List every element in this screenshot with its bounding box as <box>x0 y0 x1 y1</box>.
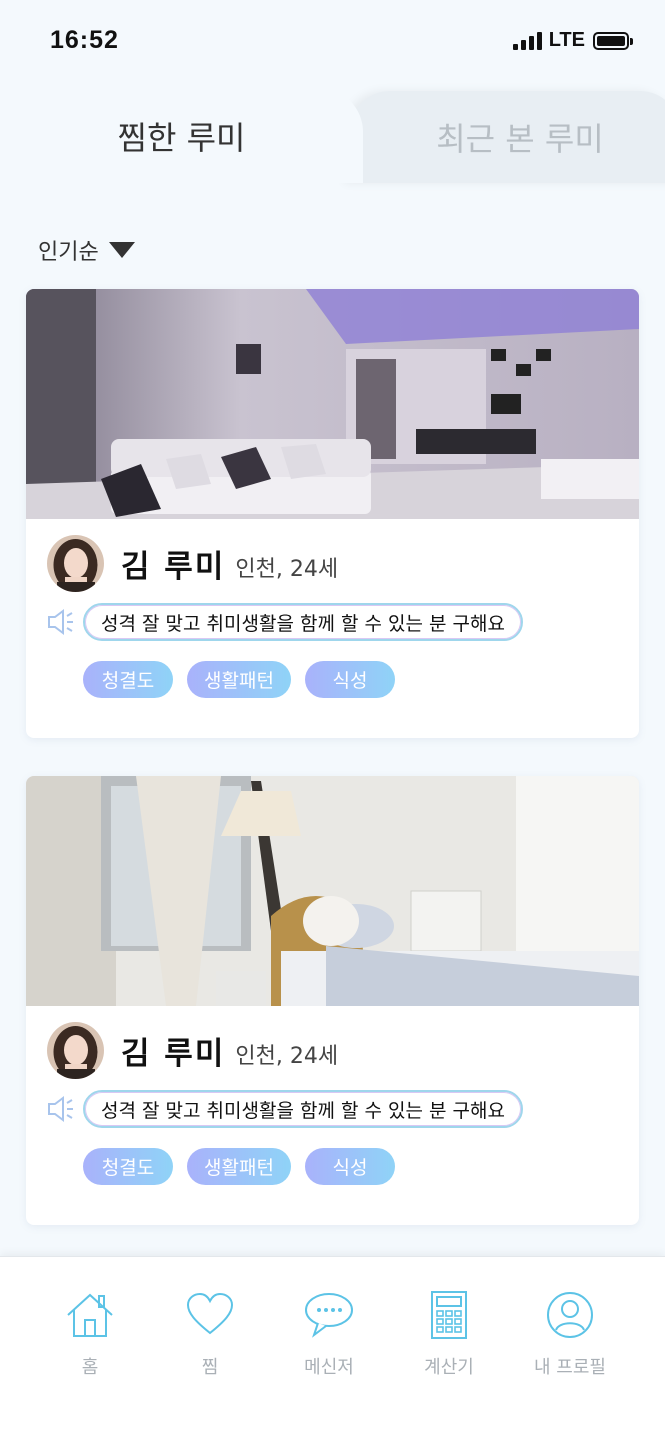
network-label: LTE <box>548 29 585 51</box>
intro-message: 성격 잘 맞고 취미생활을 함께 할 수 있는 분 구해요 <box>83 1090 523 1128</box>
message-row: 성격 잘 맞고 취미생활을 함께 할 수 있는 분 구해요 <box>45 1090 523 1128</box>
nav-label: 홈 <box>81 1357 99 1378</box>
nav-label: 내 프로필 <box>534 1357 606 1378</box>
nav-home[interactable]: 홈 <box>35 1291 145 1379</box>
tag-cleanliness[interactable]: 청결도 <box>83 1148 173 1185</box>
nav-calculator[interactable]: 계산기 <box>394 1291 504 1379</box>
nav-likes[interactable]: 찜 <box>155 1291 265 1379</box>
tab-bar: 최근 본 루미 찜한 루미 <box>0 88 665 183</box>
profile-row: 김 루미 인천, 24세 <box>47 535 338 592</box>
chat-icon <box>305 1293 353 1338</box>
tag-cleanliness[interactable]: 청결도 <box>83 661 173 698</box>
living-room-photo <box>26 289 639 519</box>
roommate-card[interactable]: 김 루미 인천, 24세 성격 잘 맞고 취미생활을 함께 할 수 있는 분 구… <box>26 776 639 1225</box>
avatar <box>47 535 104 592</box>
nav-label: 메신저 <box>304 1357 354 1378</box>
tag-list: 청결도 생활패턴 식성 <box>83 661 395 698</box>
message-row: 성격 잘 맞고 취미생활을 함께 할 수 있는 분 구해요 <box>45 603 523 641</box>
tab-label: 최근 본 루미 <box>436 120 604 158</box>
speaker-icon <box>48 609 73 635</box>
tab-liked-rumi[interactable]: 찜한 루미 <box>0 88 363 183</box>
bedroom-photo <box>26 776 639 1006</box>
user-name: 김 루미 <box>121 549 226 585</box>
user-meta: 인천, 24세 <box>235 556 339 582</box>
nav-messenger[interactable]: 메신저 <box>274 1291 384 1379</box>
status-bar: 16:52 LTE <box>0 0 665 84</box>
status-indicators: LTE <box>512 29 633 52</box>
speaker-icon <box>48 1096 73 1122</box>
battery-icon <box>593 31 633 50</box>
profile-icon <box>547 1292 593 1338</box>
avatar <box>47 1022 104 1079</box>
tab-recent-rumi[interactable]: 최근 본 루미 <box>350 91 665 183</box>
profile-row: 김 루미 인천, 24세 <box>47 1022 338 1079</box>
intro-message: 성격 잘 맞고 취미생활을 함께 할 수 있는 분 구해요 <box>83 603 523 641</box>
tab-label: 찜한 루미 <box>117 118 246 157</box>
caret-down-icon <box>108 242 135 258</box>
heart-icon <box>186 1292 234 1335</box>
calculator-icon <box>431 1291 467 1339</box>
nav-label: 찜 <box>201 1357 219 1378</box>
user-meta: 인천, 24세 <box>235 1043 339 1069</box>
nav-profile[interactable]: 내 프로필 <box>515 1291 625 1379</box>
tag-diet[interactable]: 식성 <box>305 661 395 698</box>
nav-label: 계산기 <box>424 1357 474 1378</box>
tag-lifestyle[interactable]: 생활패턴 <box>187 661 291 698</box>
status-time: 16:52 <box>50 26 119 54</box>
roommate-card[interactable]: 김 루미 인천, 24세 성격 잘 맞고 취미생활을 함께 할 수 있는 분 구… <box>26 289 639 738</box>
bottom-nav: 홈 찜 메신저 계산기 내 프로필 <box>0 1256 665 1440</box>
sort-label: 인기순 <box>38 240 99 265</box>
sort-dropdown[interactable]: 인기순 <box>38 234 135 266</box>
signal-icon <box>512 31 542 50</box>
tag-diet[interactable]: 식성 <box>305 1148 395 1185</box>
home-icon <box>67 1293 113 1337</box>
tag-lifestyle[interactable]: 생활패턴 <box>187 1148 291 1185</box>
tag-list: 청결도 생활패턴 식성 <box>83 1148 395 1185</box>
user-name: 김 루미 <box>121 1036 226 1072</box>
